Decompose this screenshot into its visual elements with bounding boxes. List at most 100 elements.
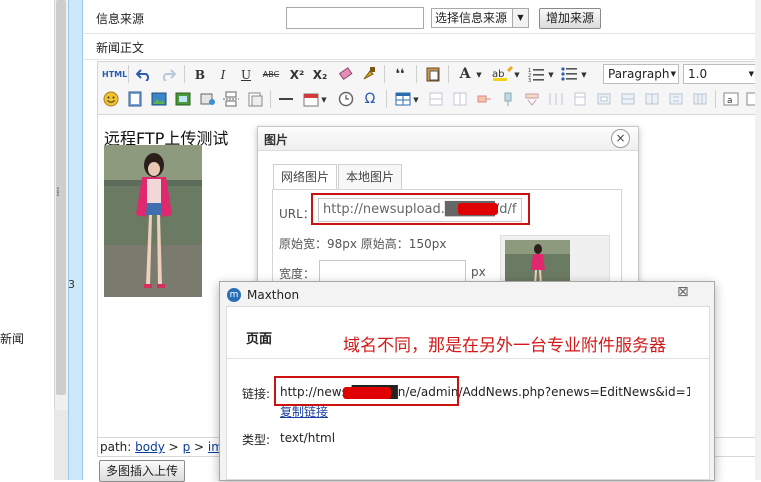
toolbar-divider [448,65,449,83]
body-row: 新闻正文 [84,34,761,60]
paste-icon[interactable] [425,65,441,82]
table-align-icon[interactable] [692,91,708,107]
superscript-button[interactable]: X² [288,66,306,84]
content-photo[interactable] [104,145,202,297]
annotation-text: 域名不同，那是在另外一台专业附件服务器 [343,336,666,356]
eraser-icon[interactable] [338,66,354,82]
toolbar-divider [384,65,385,83]
source-select-value: 选择信息来源 [435,11,508,25]
close-icon[interactable]: ⊠ [677,284,689,300]
table-insert-column-icon[interactable] [548,91,564,107]
toolbar-divider [386,90,387,108]
chevron-down-icon[interactable]: ▼ [475,66,483,84]
html-source-button[interactable]: HTML [102,66,127,84]
type-label: 类型: [242,433,271,447]
toolbar-divider [416,65,417,83]
splitter-grip-icon[interactable]: ⁞ [56,185,60,199]
source-input[interactable] [286,7,424,29]
blockquote-button[interactable]: ❛❛ [392,66,408,84]
multi-image-icon[interactable] [175,91,191,107]
image-preview-thumbnail [505,240,570,285]
date-icon[interactable] [303,91,319,107]
template-icon[interactable] [247,91,263,107]
add-source-button[interactable]: 增加来源 [539,8,601,29]
close-icon[interactable]: × [611,129,630,148]
splitter-marker: 3 [68,278,75,291]
chevron-down-icon[interactable]: ▼ [513,66,521,84]
width-input[interactable] [319,260,466,282]
strikethrough-button[interactable]: ABC [260,66,282,84]
table-row-props-icon[interactable] [620,91,636,107]
paragraph-select[interactable]: Paragraph ▼ [603,64,679,84]
horizontal-rule-icon[interactable] [278,91,294,107]
insert-table-icon[interactable] [395,91,411,107]
chevron-down-icon[interactable]: ▼ [412,91,420,109]
chevron-down-icon[interactable]: ▼ [749,65,754,83]
table-cell-props-icon[interactable] [596,91,612,107]
path-separator: > [194,440,205,454]
chevron-down-icon[interactable]: ▼ [580,66,588,84]
highlight-color-icon[interactable]: ab [492,66,514,82]
insert-image-icon[interactable] [151,91,167,107]
table-merge-down-icon[interactable] [500,91,516,107]
subscript-button[interactable]: X₂ [311,66,329,84]
table-insert-row-icon[interactable] [428,91,444,107]
table-split-icon[interactable] [524,91,540,107]
path-item-p[interactable]: p [183,440,191,454]
image-dialog-header[interactable] [258,127,638,151]
path-item-body[interactable]: body [135,440,165,454]
underline-button[interactable]: U [239,66,253,84]
page-break-icon[interactable] [223,91,239,107]
frame-splitter[interactable] [68,0,83,480]
link-highlight-box [274,376,459,406]
chevron-down-icon[interactable]: ▼ [547,66,555,84]
table-delete-column-icon[interactable] [572,91,588,107]
source-label: 信息来源 [96,12,145,26]
svg-text:3: 3 [528,78,531,82]
emoticon-icon[interactable] [103,91,119,107]
ordered-list-icon[interactable]: 123 [528,66,544,82]
line-height-select[interactable]: 1.0 ▼ [683,64,757,84]
left-scrollbar-track-bottom [54,410,68,480]
special-char-button[interactable]: Ω [362,90,378,108]
source-select[interactable]: 选择信息来源 ▼ [431,8,529,28]
toolbar-divider [715,90,716,108]
format-painter-icon[interactable] [361,66,377,82]
toolbar-divider [270,90,271,108]
left-news-label[interactable]: 新闻 [0,330,24,347]
url-highlight-box [311,193,530,225]
multi-image-upload-button[interactable]: 多图插入上传 [99,460,185,482]
tab-network-image[interactable]: 网络图片 [273,164,337,190]
px-unit-label: px [471,265,486,279]
font-color-button[interactable]: A [458,65,472,83]
undo-icon[interactable] [136,67,152,81]
time-icon[interactable] [338,91,354,107]
path-separator: > [168,440,179,454]
type-value: text/html [280,431,336,445]
bold-button[interactable]: B [193,66,207,84]
table-delete-icon[interactable] [668,91,684,107]
word-count-icon[interactable]: a [723,91,739,107]
table-delete-row-icon[interactable] [452,91,468,107]
insert-video-icon[interactable] [200,91,216,107]
link-label: 链接: [242,387,271,401]
insert-frame-icon[interactable] [127,91,143,107]
chevron-down-icon[interactable]: ▼ [671,65,676,83]
tab-local-image[interactable]: 本地图片 [338,164,402,190]
redo-icon[interactable] [160,67,176,81]
italic-button[interactable]: I [216,66,230,84]
image-dialog-title: 图片 [264,133,289,147]
maxthon-dialog-title: Maxthon [247,288,300,302]
url-label: URL： [279,207,315,221]
toolbar-divider [184,65,185,83]
chevron-down-icon[interactable]: ▼ [320,91,328,109]
toolbar-divider [128,65,129,83]
copy-link[interactable]: 复制链接 [280,403,328,420]
right-scrollbar[interactable] [755,0,761,480]
table-col-props-icon[interactable] [644,91,660,107]
table-merge-right-icon[interactable] [476,91,492,107]
unordered-list-icon[interactable] [561,66,577,82]
line-height-select-value: 1.0 [688,67,708,81]
chevron-down-icon[interactable]: ▼ [512,9,528,27]
page-heading: 页面 [246,332,273,347]
